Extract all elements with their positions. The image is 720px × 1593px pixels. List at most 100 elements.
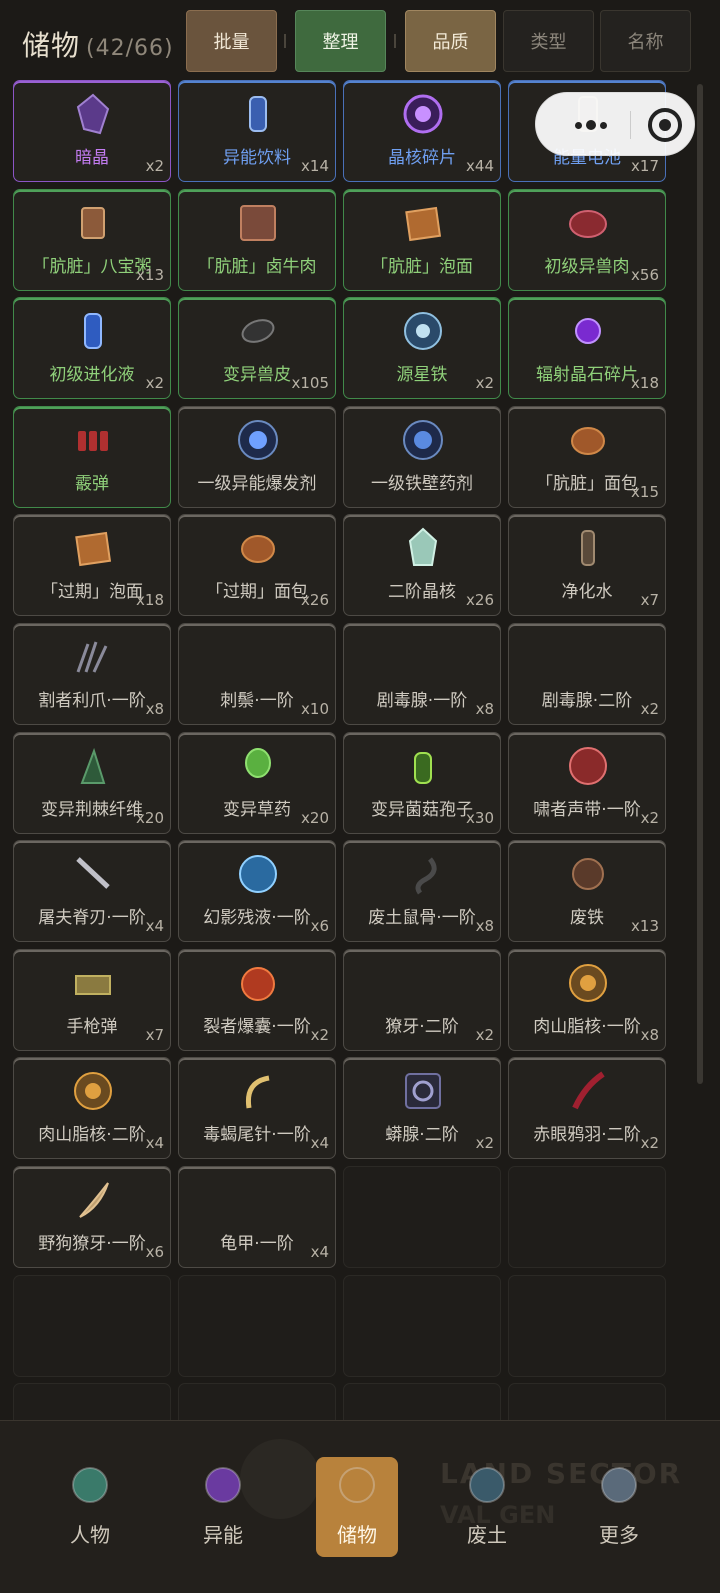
- inventory-grid: 暗晶 x2 异能饮料 x14 晶核碎片 x44 能量电池 x17 「肮脏」八宝粥 x13 「肮脏」卤…: [13, 80, 703, 1422]
- inventory-slot[interactable]: 净化水 x7: [508, 514, 666, 616]
- empty-slot[interactable]: [343, 1275, 501, 1377]
- inventory-slot[interactable]: 废土鼠骨·一阶 x8: [343, 840, 501, 942]
- inventory-slot[interactable]: 赤眼鸦羽·二阶 x2: [508, 1057, 666, 1159]
- nav-item[interactable]: 人物: [45, 1457, 135, 1557]
- empty-slot[interactable]: [343, 1166, 501, 1268]
- empty-slot[interactable]: [343, 1383, 501, 1422]
- scrollbar[interactable]: [697, 84, 703, 1084]
- empty-slot[interactable]: [13, 1383, 171, 1422]
- item-quantity: x14: [301, 157, 329, 175]
- inventory-slot[interactable]: 一级铁壁药剂: [343, 406, 501, 508]
- more-options-icon[interactable]: [556, 93, 626, 157]
- inventory-slot[interactable]: 啸者声带·一阶 x2: [508, 732, 666, 834]
- bottom-nav: LAND SECTOR VAL GEN 人物 异能 储物 废土 更多: [0, 1420, 720, 1593]
- quality-filter-button[interactable]: 品质: [405, 10, 496, 72]
- nav-item[interactable]: 异能: [178, 1457, 268, 1557]
- inventory-slot[interactable]: 毒蝎尾针·一阶 x4: [178, 1057, 336, 1159]
- item-name: 毒蝎尾针·一阶: [203, 1125, 311, 1145]
- inventory-slot[interactable]: 肉山脂核·一阶 x8: [508, 949, 666, 1051]
- inventory-slot[interactable]: 「过期」泡面 x18: [13, 514, 171, 616]
- inventory-slot[interactable]: 变异草药 x20: [178, 732, 336, 834]
- item-quantity: x26: [466, 591, 494, 609]
- crystal-core-icon: [408, 527, 438, 566]
- name-filter-button[interactable]: 名称: [600, 10, 691, 72]
- crow-feather-icon: [572, 1071, 605, 1110]
- inventory-slot[interactable]: 「过期」面包 x26: [178, 514, 336, 616]
- inventory-slot[interactable]: 晶核碎片 x44: [343, 80, 501, 182]
- inventory-slot[interactable]: 裂者爆囊·一阶 x2: [178, 949, 336, 1051]
- item-quantity: x26: [301, 591, 329, 609]
- inventory-slot[interactable]: 「肮脏」泡面: [343, 189, 501, 291]
- inventory-slot[interactable]: 「肮脏」面包 x15: [508, 406, 666, 508]
- inventory-slot[interactable]: 暗晶 x2: [13, 80, 171, 182]
- claw-icon: [76, 641, 108, 673]
- inventory-slot[interactable]: 野狗獠牙·一阶 x6: [13, 1166, 171, 1268]
- vocal-cord-icon: [569, 747, 607, 785]
- inventory-slot[interactable]: 二阶晶核 x26: [343, 514, 501, 616]
- inventory-slot[interactable]: 变异荆棘纤维 x20: [13, 732, 171, 834]
- type-filter-button[interactable]: 类型: [503, 10, 594, 72]
- inventory-slot[interactable]: 初级异兽肉 x56: [508, 189, 666, 291]
- radiation-crystal-icon: [575, 318, 601, 344]
- empty-slot[interactable]: [508, 1383, 666, 1422]
- character-icon: [72, 1467, 108, 1503]
- item-quantity: x6: [310, 917, 329, 935]
- empty-slot[interactable]: [508, 1275, 666, 1377]
- inventory-slot[interactable]: 蟒腺·二阶 x2: [343, 1057, 501, 1159]
- inventory-slot[interactable]: 剧毒腺·一阶 x8: [343, 623, 501, 725]
- inventory-slot[interactable]: 獠牙·二阶 x2: [343, 949, 501, 1051]
- item-quantity: x18: [631, 374, 659, 392]
- empty-slot[interactable]: [178, 1383, 336, 1422]
- divider: [394, 34, 396, 48]
- nav-item[interactable]: 废土: [442, 1457, 532, 1557]
- inventory-slot[interactable]: 「肮脏」卤牛肉: [178, 189, 336, 291]
- inventory-slot[interactable]: 辐射晶石碎片 x18: [508, 297, 666, 399]
- item-quantity: x7: [145, 1026, 164, 1044]
- item-quantity: x15: [631, 483, 659, 501]
- inventory-slot[interactable]: 屠夫脊刃·一阶 x4: [13, 840, 171, 942]
- inventory-slot[interactable]: 废铁 x13: [508, 840, 666, 942]
- close-miniprogram-icon[interactable]: [648, 108, 682, 142]
- crystal-core-fragment-icon: [403, 94, 443, 134]
- item-name: 初级进化液: [49, 365, 135, 385]
- item-quantity: x2: [640, 809, 659, 827]
- sort-button[interactable]: 整理: [295, 10, 386, 72]
- item-name: 源星铁: [396, 365, 448, 385]
- batch-button[interactable]: 批量: [186, 10, 277, 72]
- inventory-slot[interactable]: 初级进化液 x2: [13, 297, 171, 399]
- inventory-slot[interactable]: 肉山脂核·二阶 x4: [13, 1057, 171, 1159]
- item-name: 野狗獠牙·一阶: [38, 1234, 146, 1254]
- inventory-slot[interactable]: 「肮脏」八宝粥 x13: [13, 189, 171, 291]
- empty-slot[interactable]: [178, 1275, 336, 1377]
- item-name: 暗晶: [75, 148, 109, 168]
- inventory-slot[interactable]: 变异菌菇孢子 x30: [343, 732, 501, 834]
- inventory-slot[interactable]: 刺鬃·一阶 x10: [178, 623, 336, 725]
- pistol-ammo-icon: [75, 975, 111, 995]
- inventory-slot[interactable]: 幻影残液·一阶 x6: [178, 840, 336, 942]
- item-name: 肉山脂核·二阶: [38, 1125, 146, 1145]
- inventory-slot[interactable]: 龟甲·一阶 x4: [178, 1166, 336, 1268]
- item-name: 手枪弹: [66, 1017, 118, 1037]
- inventory-slot[interactable]: 异能饮料 x14: [178, 80, 336, 182]
- inventory-slot[interactable]: 变异兽皮 x105: [178, 297, 336, 399]
- bread-icon: [571, 427, 605, 455]
- inventory-slot[interactable]: 一级异能爆发剂: [178, 406, 336, 508]
- empty-slot[interactable]: [508, 1166, 666, 1268]
- nav-label: 储物: [337, 1523, 377, 1547]
- nav-label: 更多: [599, 1523, 639, 1547]
- miniprogram-capsule: [535, 92, 695, 156]
- inventory-slot[interactable]: 剧毒腺·二阶 x2: [508, 623, 666, 725]
- scorpion-stinger-icon: [245, 1075, 270, 1109]
- nav-item[interactable]: 更多: [574, 1457, 664, 1557]
- empty-slot[interactable]: [13, 1275, 171, 1377]
- nav-label: 废土: [467, 1523, 507, 1547]
- beef-package-icon: [240, 205, 276, 241]
- inventory-slot[interactable]: 源星铁 x2: [343, 297, 501, 399]
- inventory-slot[interactable]: 霰弹: [13, 406, 171, 508]
- item-name: 獠牙·二阶: [385, 1017, 459, 1037]
- inventory-slot[interactable]: 手枪弹 x7: [13, 949, 171, 1051]
- inventory-slot[interactable]: 割者利爪·一阶 x8: [13, 623, 171, 725]
- scrap-iron-icon: [572, 858, 604, 890]
- item-quantity: x20: [136, 809, 164, 827]
- nav-item[interactable]: 储物: [316, 1457, 398, 1557]
